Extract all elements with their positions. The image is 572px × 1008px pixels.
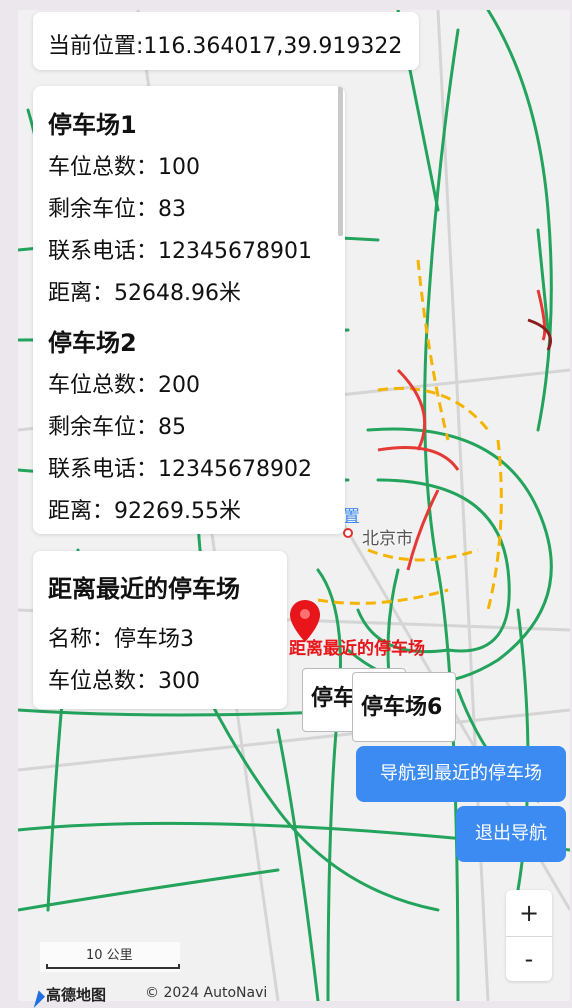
nearest-total: 车位总数：300 <box>48 669 200 694</box>
map-copyright: © 2024 AutoNavi <box>145 985 268 1001</box>
parking-lot-remaining: 剩余车位：85 <box>48 415 186 440</box>
location-label: 置 <box>343 507 360 527</box>
parking-lot-item: 停车场1 车位总数：100 剩余车位：83 联系电话：12345678901 距… <box>48 103 312 315</box>
parking-lot-distance: 距离：92269.55米 <box>48 499 241 524</box>
navigate-nearest-button[interactable]: 导航到最近的停车场 <box>356 746 566 802</box>
nearest-name: 名称：停车场3 <box>48 627 194 652</box>
zoom-in-button[interactable]: + <box>506 890 552 937</box>
scale-label: 10 公里 <box>86 948 133 963</box>
nearest-parking-panel: 距离最近的停车场 名称：停车场3 车位总数：300 <box>33 551 287 709</box>
scale-bar <box>46 964 180 969</box>
parking-lot-remaining: 剩余车位：83 <box>48 197 186 222</box>
list-scrollbar[interactable] <box>338 86 343 236</box>
nearest-marker-label: 距离最近的停车场 <box>289 639 425 659</box>
parking-lot-total: 车位总数：100 <box>48 155 200 180</box>
marker-parking-6[interactable]: 停车场6 <box>352 672 456 742</box>
parking-lot-total: 车位总数：200 <box>48 373 200 398</box>
parking-lot-name: 停车场1 <box>48 111 137 139</box>
current-position-panel: 当前位置:116.364017,39.919322 <box>33 12 419 70</box>
amap-logo: 高德地图 <box>20 983 107 1008</box>
city-label: 北京市 <box>362 529 413 549</box>
nearest-title: 距离最近的停车场 <box>48 575 240 603</box>
logo-text: 高德地图 <box>46 986 107 1004</box>
current-position-text: 当前位置:116.364017,39.919322 <box>48 34 403 59</box>
zoom-out-button[interactable]: - <box>506 937 552 981</box>
parking-lot-phone: 联系电话：12345678902 <box>48 457 312 482</box>
parking-lot-distance: 距离：52648.96米 <box>48 281 241 306</box>
map-scale: 10 公里 <box>40 942 180 972</box>
parking-lot-item: 停车场2 车位总数：200 剩余车位：85 联系电话：12345678902 距… <box>48 321 312 533</box>
parking-lot-phone: 联系电话：12345678901 <box>48 239 312 264</box>
parking-lot-name: 停车场2 <box>48 329 137 357</box>
city-dot-icon <box>343 528 353 538</box>
parking-lot-list[interactable]: 停车场1 车位总数：100 剩余车位：83 联系电话：12345678901 距… <box>33 86 345 534</box>
navigation-arrow-icon <box>20 983 46 1008</box>
exit-navigation-button[interactable]: 退出导航 <box>456 806 566 862</box>
